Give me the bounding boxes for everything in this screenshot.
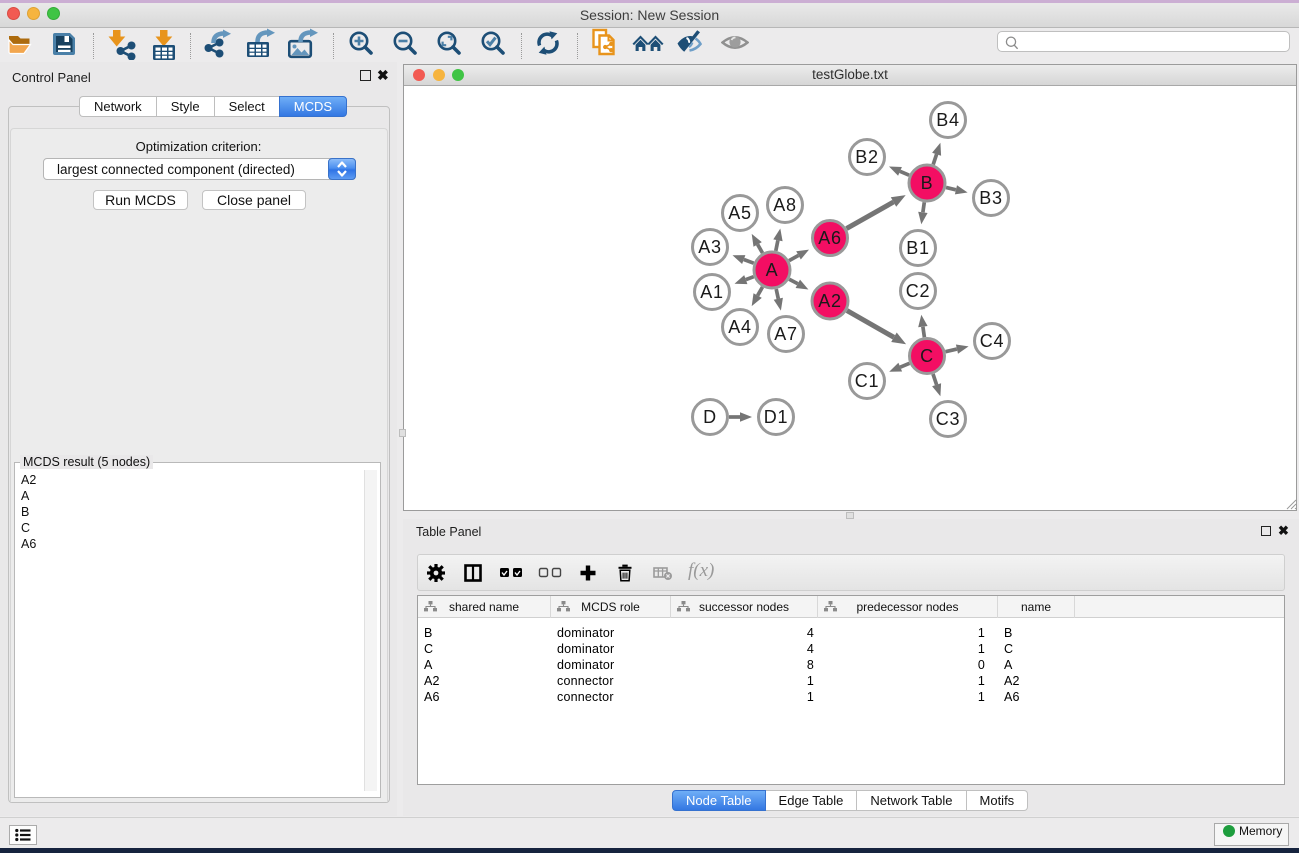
svg-text:C1: C1 <box>855 371 880 391</box>
svg-text:B4: B4 <box>936 110 960 130</box>
svg-text:C2: C2 <box>906 281 931 301</box>
svg-text:A7: A7 <box>774 324 798 344</box>
svg-text:B: B <box>921 173 934 193</box>
svg-text:A5: A5 <box>728 203 752 223</box>
svg-text:D: D <box>703 407 717 427</box>
svg-text:A1: A1 <box>700 282 724 302</box>
svg-text:C4: C4 <box>980 331 1005 351</box>
svg-text:B3: B3 <box>979 188 1003 208</box>
svg-text:A8: A8 <box>773 195 797 215</box>
svg-text:A2: A2 <box>818 291 842 311</box>
svg-text:B2: B2 <box>855 147 879 167</box>
svg-text:A6: A6 <box>818 228 842 248</box>
svg-text:C3: C3 <box>936 409 961 429</box>
svg-text:C: C <box>920 346 934 366</box>
svg-text:A4: A4 <box>728 317 752 337</box>
svg-text:D1: D1 <box>764 407 789 427</box>
svg-text:A3: A3 <box>698 237 722 257</box>
svg-text:B1: B1 <box>906 238 930 258</box>
svg-text:A: A <box>766 260 779 280</box>
